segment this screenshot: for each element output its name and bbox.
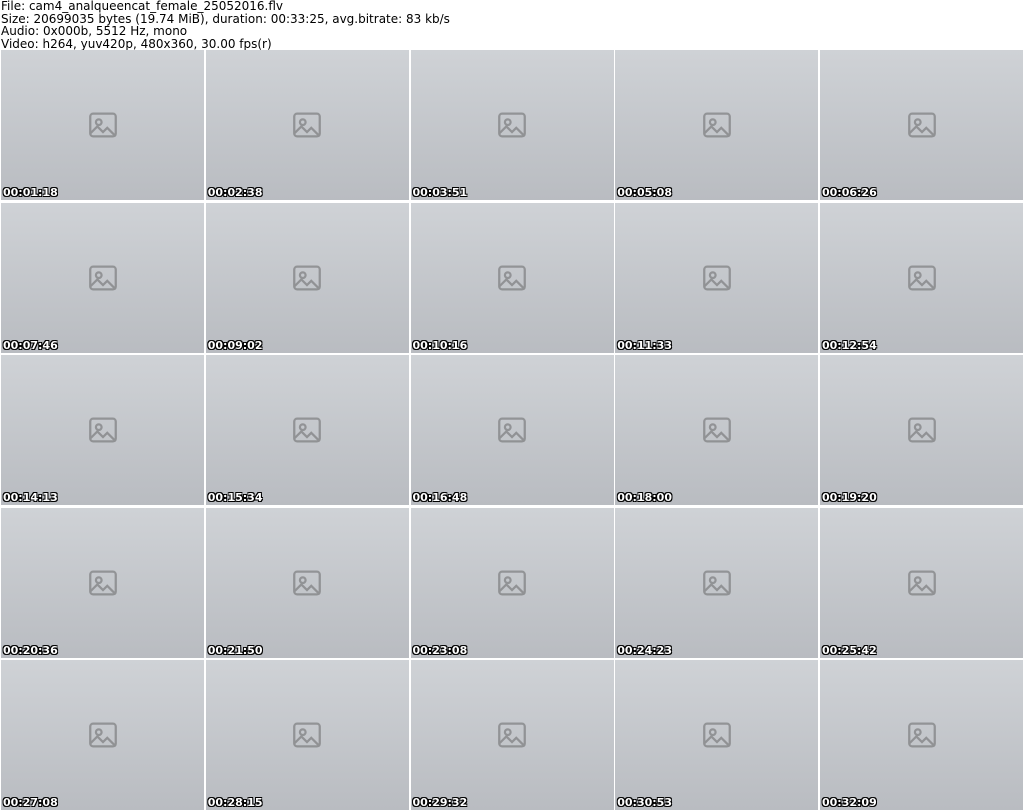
image-placeholder-icon — [820, 660, 1023, 810]
image-placeholder-icon — [615, 50, 818, 200]
thumbnail-timestamp: 00:03:51 — [412, 186, 468, 199]
file-info-header: File: cam4_analqueencat_female_25052016.… — [0, 0, 1024, 50]
thumbnail-tile: 00:02:38 — [205, 50, 409, 200]
image-placeholder-icon — [615, 203, 818, 353]
image-placeholder-icon — [206, 660, 409, 810]
thumbnail-timestamp: 00:02:38 — [207, 186, 263, 199]
thumbnail-tile: 00:30:53 — [615, 660, 819, 810]
image-placeholder-icon — [206, 508, 409, 658]
thumbnail-tile: 00:11:33 — [615, 202, 819, 353]
thumbnail-timestamp: 00:29:32 — [412, 796, 468, 809]
image-placeholder-icon — [411, 203, 614, 353]
thumbnail-tile: 00:20:36 — [1, 507, 204, 658]
file-name: File: cam4_analqueencat_female_25052016.… — [1, 0, 284, 13]
thumbnail-tile: 00:10:16 — [410, 202, 614, 353]
thumbnail-timestamp: 00:15:34 — [207, 491, 263, 504]
thumbnail-timestamp: 00:06:26 — [822, 186, 877, 199]
thumbnail-tile: 00:28:15 — [205, 660, 409, 810]
image-placeholder-icon — [615, 660, 818, 810]
thumbnail-tile: 00:25:42 — [820, 507, 1023, 658]
thumbnail-timestamp: 00:30:53 — [617, 796, 672, 809]
image-placeholder-icon — [615, 355, 818, 505]
video-info: Video: h264, yuv420p, 480x360, 30.00 fps… — [1, 36, 272, 51]
thumbnail-timestamp: 00:07:46 — [3, 338, 58, 352]
image-placeholder-icon — [820, 50, 1023, 200]
image-placeholder-icon — [206, 50, 409, 200]
thumbnail-tile: 00:01:18 — [1, 50, 204, 200]
thumbnail-tile: 00:32:09 — [820, 660, 1023, 810]
thumbnail-tile: 00:27:08 — [1, 660, 204, 810]
thumbnail-tile: 00:19:20 — [820, 355, 1023, 505]
audio-info: Audio: 0x000b, 5512 Hz, mono — [1, 24, 188, 38]
image-placeholder-icon — [206, 355, 409, 505]
image-placeholder-icon — [1, 508, 204, 658]
thumbnail-timestamp: 00:16:48 — [412, 491, 468, 504]
thumbnail-tile: 00:18:00 — [615, 355, 819, 505]
thumbnail-timestamp: 00:12:54 — [822, 338, 877, 352]
thumbnail-timestamp: 00:32:09 — [822, 796, 877, 809]
thumbnail-tile: 00:12:54 — [820, 202, 1023, 353]
thumbnail-tile: 00:15:34 — [205, 355, 409, 505]
image-placeholder-icon — [1, 660, 204, 810]
thumbnail-tile: 00:23:08 — [410, 507, 614, 658]
thumbnail-grid: 00:01:18 00:02:38 00:03:51 00:05:08 00:06:26… — [1, 50, 1023, 810]
thumbnail-timestamp: 00:05:08 — [617, 186, 672, 199]
image-placeholder-icon — [206, 203, 409, 353]
thumbnail-tile: 00:07:46 — [1, 202, 204, 353]
thumbnail-timestamp: 00:27:08 — [3, 796, 58, 809]
thumbnail-timestamp: 00:21:50 — [207, 643, 263, 657]
thumbnail-timestamp: 00:19:20 — [822, 491, 877, 504]
thumbnail-timestamp: 00:20:36 — [3, 643, 58, 657]
thumbnail-timestamp: 00:14:13 — [3, 491, 58, 504]
thumbnail-tile: 00:14:13 — [1, 355, 204, 505]
image-placeholder-icon — [411, 355, 614, 505]
image-placeholder-icon — [411, 508, 614, 658]
thumbnail-tile: 00:09:02 — [205, 202, 409, 353]
thumbnail-tile: 00:03:51 — [410, 50, 614, 200]
image-placeholder-icon — [1, 203, 204, 353]
image-placeholder-icon — [615, 508, 818, 658]
image-placeholder-icon — [411, 50, 614, 200]
image-placeholder-icon — [820, 355, 1023, 505]
thumbnail-timestamp: 00:24:23 — [617, 643, 672, 657]
thumbnail-timestamp: 00:28:15 — [207, 796, 263, 809]
image-placeholder-icon — [820, 203, 1023, 353]
thumbnail-tile: 00:05:08 — [615, 50, 819, 200]
thumbnail-timestamp: 00:18:00 — [617, 491, 672, 504]
thumbnail-tile: 00:29:32 — [410, 660, 614, 810]
thumbnail-tile: 00:21:50 — [205, 507, 409, 658]
thumbnail-tile: 00:24:23 — [615, 507, 819, 658]
image-placeholder-icon — [1, 355, 204, 505]
thumbnail-timestamp: 00:09:02 — [207, 338, 263, 352]
thumbnail-timestamp: 00:11:33 — [617, 338, 672, 352]
image-placeholder-icon — [411, 660, 614, 810]
thumbnail-tile: 00:16:48 — [410, 355, 614, 505]
thumbnail-timestamp: 00:23:08 — [412, 643, 468, 657]
image-placeholder-icon — [820, 508, 1023, 658]
thumbnail-timestamp: 00:10:16 — [412, 338, 468, 352]
thumbnail-tile: 00:06:26 — [820, 50, 1023, 200]
thumbnail-timestamp: 00:01:18 — [3, 186, 58, 199]
thumbnail-timestamp: 00:25:42 — [822, 643, 877, 657]
image-placeholder-icon — [1, 50, 204, 200]
